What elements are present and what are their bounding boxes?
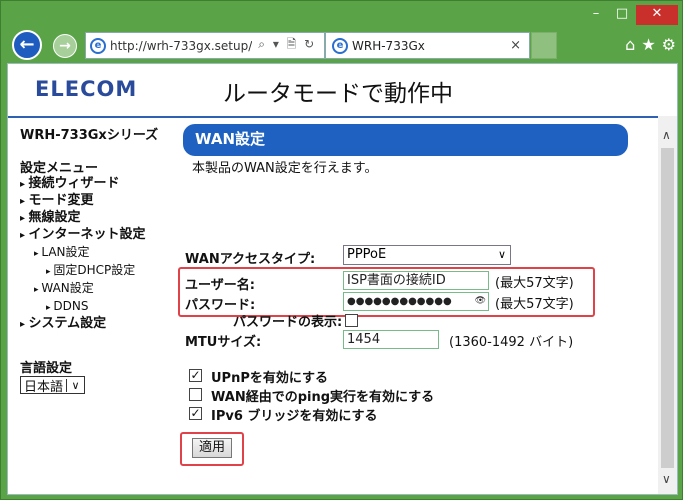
sidebar-item-wireless[interactable]: 無線設定 — [20, 210, 175, 227]
header-divider — [8, 116, 658, 118]
mtu-label: MTUサイズ: — [185, 335, 262, 350]
sidebar-item-static-dhcp[interactable]: 固定DHCP設定 — [20, 262, 175, 280]
upnp-checkbox[interactable]: ✓ — [189, 369, 202, 382]
language-value: 日本語 — [24, 379, 64, 395]
apply-button[interactable]: 適用 — [192, 438, 232, 458]
reveal-eye-icon[interactable]: 👁 — [475, 293, 486, 310]
mtu-hint: (1360-1492 バイト) — [449, 335, 574, 350]
browser-window: – □ ✕ ← → e http://wrh-733gx.setup/ ⌕ ▾ … — [0, 0, 683, 500]
address-bar[interactable]: e http://wrh-733gx.setup/ ⌕ ▾ 🗎 ↻ — [85, 32, 325, 59]
browser-tools: ⌂ ★ ⚙ — [625, 35, 676, 54]
new-tab-button[interactable] — [531, 32, 557, 59]
sidebar-item-wan[interactable]: WAN設定 — [20, 280, 175, 298]
wan-ping-label: WAN経由でのping実行を有効にする — [211, 390, 435, 405]
access-type-select[interactable]: PPPoE ∨ — [343, 245, 511, 265]
sidebar-series-title: WRH-733Gxシリーズ — [20, 128, 159, 143]
wan-description: 本製品のWAN設定を行えます。 — [192, 161, 378, 176]
username-hint: (最大57文字) — [495, 276, 574, 291]
sidebar: WRH-733Gxシリーズ 設定メニュー 接続ウィザード モード変更 無線設定 … — [20, 122, 175, 395]
sidebar-item-mode[interactable]: モード変更 — [20, 193, 175, 210]
sidebar-item-lan[interactable]: LAN設定 — [20, 244, 175, 262]
language-select[interactable]: 日本語 ∨ — [20, 376, 86, 395]
sidebar-item-system[interactable]: システム設定 — [20, 316, 175, 333]
chevron-down-icon: ∨ — [66, 378, 84, 392]
username-input[interactable]: ISP書面の接続ID — [343, 271, 489, 290]
tab-close-icon[interactable]: × — [510, 38, 521, 53]
back-button[interactable]: ← — [12, 30, 42, 60]
forward-button[interactable]: → — [53, 34, 77, 58]
tab-wrh-733gx[interactable]: e WRH-733Gx × — [325, 32, 530, 59]
show-password-checkbox[interactable] — [345, 314, 358, 327]
window-controls: – □ ✕ — [584, 5, 678, 27]
url-text[interactable]: http://wrh-733gx.setup/ — [110, 39, 252, 53]
wan-ping-checkbox[interactable] — [189, 388, 202, 401]
access-type-label: WANアクセスタイプ: — [185, 252, 316, 267]
scroll-thumb[interactable] — [661, 148, 674, 468]
ie-icon: e — [90, 37, 106, 54]
ie-tab-icon: e — [332, 37, 348, 54]
sidebar-item-wizard[interactable]: 接続ウィザード — [20, 176, 175, 193]
home-icon[interactable]: ⌂ — [625, 35, 635, 54]
sidebar-item-internet[interactable]: インターネット設定 — [20, 227, 175, 244]
ipv6-bridge-checkbox[interactable]: ✓ — [189, 407, 202, 420]
forward-arrow-icon: → — [59, 38, 71, 54]
password-dots: ●●●●●●●●●●●● — [347, 296, 452, 307]
language-heading: 言語設定 — [20, 361, 73, 376]
favorites-star-icon[interactable]: ★ — [641, 35, 655, 54]
username-label: ユーザー名: — [185, 278, 255, 293]
sidebar-menu-heading: 設定メニュー — [20, 161, 99, 176]
wan-title-bar: WAN設定 — [183, 124, 628, 156]
show-password-label: パスワードの表示: — [233, 315, 343, 330]
sidebar-item-ddns[interactable]: DDNS — [20, 298, 175, 316]
maximize-button[interactable]: □ — [610, 5, 634, 25]
page-content: ELECOM ルータモードで動作中 WRH-733Gxシリーズ 設定メニュー 接… — [7, 63, 678, 495]
vertical-scrollbar[interactable]: ∧ ∨ — [658, 116, 677, 494]
back-arrow-icon: ← — [19, 34, 35, 55]
chevron-down-icon: ∨ — [497, 248, 506, 261]
minimize-button[interactable]: – — [584, 5, 608, 25]
settings-gear-icon[interactable]: ⚙ — [662, 35, 676, 54]
close-button[interactable]: ✕ — [636, 5, 678, 25]
tab-title: WRH-733Gx — [352, 38, 425, 53]
password-input[interactable]: ●●●●●●●●●●●● 👁 — [343, 292, 489, 311]
elecom-logo: ELECOM — [35, 77, 138, 101]
access-type-value: PPPoE — [347, 247, 387, 262]
scroll-down-icon[interactable]: ∨ — [662, 472, 671, 486]
upnp-label: UPnPを有効にする — [211, 371, 328, 386]
password-hint: (最大57文字) — [495, 297, 574, 312]
mode-title: ルータモードで動作中 — [223, 81, 453, 107]
navigation-bar: ← → e http://wrh-733gx.setup/ ⌕ ▾ 🗎 ↻ e … — [7, 29, 678, 63]
mtu-input[interactable]: 1454 — [343, 330, 439, 349]
address-tools[interactable]: ⌕ ▾ 🗎 ↻ — [258, 35, 316, 56]
scroll-up-icon[interactable]: ∧ — [662, 128, 671, 142]
ipv6-bridge-label: IPv6 ブリッジを有効にする — [211, 409, 378, 424]
page-header: ELECOM ルータモードで動作中 — [8, 64, 658, 116]
